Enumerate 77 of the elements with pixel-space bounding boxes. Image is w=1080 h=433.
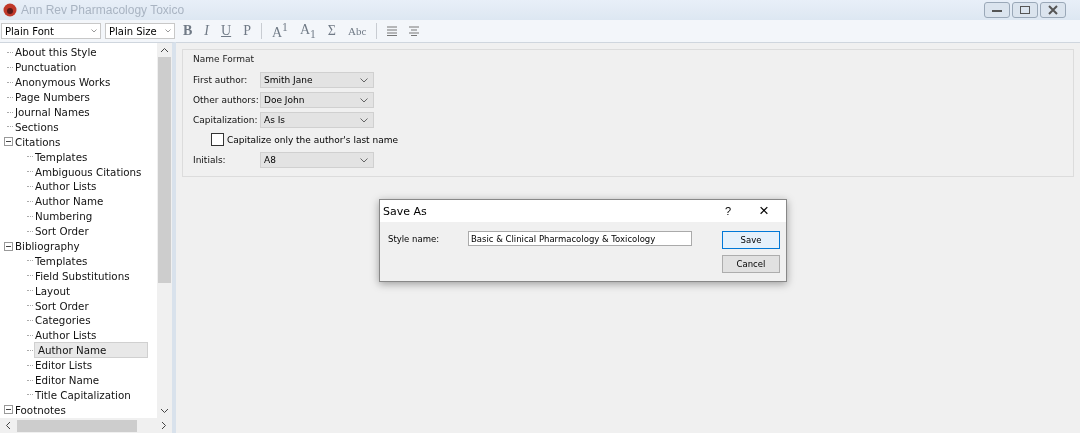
checkbox-label: Capitalize only the author's last name xyxy=(227,134,398,145)
help-button[interactable]: ? xyxy=(710,205,746,217)
scroll-up-icon[interactable] xyxy=(160,47,169,53)
tree-item[interactable]: Footnotes xyxy=(14,403,67,416)
close-button[interactable] xyxy=(1040,2,1066,18)
align-left-icon[interactable] xyxy=(386,26,399,36)
chevron-icon xyxy=(360,117,368,123)
collapse-icon[interactable] xyxy=(4,137,13,147)
tree-item[interactable]: Anonymous Works xyxy=(14,76,112,89)
format-button[interactable]: U xyxy=(217,23,236,39)
vertical-scrollbar[interactable] xyxy=(157,43,172,418)
tree-item[interactable]: Journal Names xyxy=(14,106,91,118)
tree-item[interactable]: Templates xyxy=(34,254,89,267)
tree-item[interactable]: Sort Order xyxy=(34,225,90,238)
tree-item[interactable]: Editor Name xyxy=(34,374,101,387)
horizontal-scrollbar[interactable] xyxy=(0,418,172,433)
align-center-icon[interactable] xyxy=(408,26,421,36)
format-button[interactable]: Σ xyxy=(323,23,340,39)
dialog-title: Save As xyxy=(383,204,427,218)
format-dropdown[interactable]: Doe John xyxy=(260,92,374,108)
tree-item[interactable]: Author Name xyxy=(34,342,148,359)
tree-item[interactable]: Bibliography xyxy=(14,240,81,252)
tree-item[interactable]: Numbering xyxy=(34,210,94,223)
maximize-icon xyxy=(1019,5,1031,15)
scroll-down-icon[interactable] xyxy=(160,408,169,414)
scroll-left-icon[interactable] xyxy=(5,421,11,430)
tree-item[interactable]: Title Capitalization xyxy=(34,388,132,401)
tree-item[interactable]: Author Lists xyxy=(34,329,98,342)
tree-item[interactable]: Author Lists xyxy=(34,180,98,193)
size-dropdown[interactable]: Plain Size xyxy=(105,23,175,39)
tree-item[interactable]: Punctuation xyxy=(14,61,78,74)
format-button[interactable]: Abc xyxy=(344,25,371,37)
chevron-icon xyxy=(360,157,368,163)
tree-item[interactable]: Author Name xyxy=(34,195,105,208)
field-label: First author: xyxy=(193,75,249,85)
checkbox[interactable] xyxy=(211,133,224,146)
tree-item[interactable]: Citations xyxy=(14,135,62,148)
collapse-icon[interactable] xyxy=(4,241,13,251)
chevron-icon xyxy=(360,97,368,103)
group-title: Name Format xyxy=(193,54,256,64)
dialog-close-button[interactable]: × xyxy=(746,201,782,221)
field-label: Style name: xyxy=(388,234,441,244)
collapse-icon[interactable] xyxy=(4,405,13,415)
caret-icon xyxy=(91,29,97,33)
tree-item[interactable]: About this Style xyxy=(14,46,98,59)
initials-dropdown[interactable]: A8 xyxy=(260,152,374,168)
window-title: Ann Rev Pharmacology Toxico xyxy=(21,3,185,17)
field-label: Initials: xyxy=(193,155,227,165)
scroll-right-icon[interactable] xyxy=(161,421,167,430)
tree-item[interactable]: Sort Order xyxy=(34,299,90,312)
format-dropdown[interactable]: Smith Jane xyxy=(260,72,374,88)
tree-item[interactable]: Sections xyxy=(14,120,60,133)
format-button[interactable]: A$^{1}$ xyxy=(267,21,292,41)
dialog-button[interactable]: Cancel xyxy=(722,255,780,273)
close-icon xyxy=(1047,5,1059,15)
app-icon xyxy=(3,3,17,17)
style-name-field[interactable]: Basic & Clinical Pharmacology & Toxicology xyxy=(468,231,692,246)
maximize-button[interactable] xyxy=(1012,2,1038,18)
tree-item[interactable]: Field Substitutions xyxy=(34,269,131,282)
field-label: Other authors: xyxy=(193,95,260,105)
minimize-button[interactable] xyxy=(984,2,1010,18)
field-label: Capitalization: xyxy=(193,115,259,125)
tree-item[interactable]: Editor Lists xyxy=(34,359,94,372)
format-button[interactable]: I xyxy=(200,23,213,39)
tree-item[interactable]: Page Numbers xyxy=(14,91,91,104)
chevron-icon xyxy=(360,77,368,83)
tree-item[interactable]: Templates xyxy=(34,150,89,163)
format-button[interactable]: A$_{1}$ xyxy=(295,21,320,41)
font-dropdown[interactable]: Plain Font xyxy=(1,23,101,39)
format-dropdown[interactable]: As Is xyxy=(260,112,374,128)
dialog-button[interactable]: Save xyxy=(722,231,780,249)
tree-item[interactable]: Layout xyxy=(34,284,71,297)
tree-item[interactable]: Categories xyxy=(34,314,92,327)
tree-item[interactable]: Ambiguous Citations xyxy=(34,165,143,178)
format-button[interactable]: B xyxy=(179,23,197,39)
caret-icon xyxy=(165,29,171,33)
format-button[interactable]: P xyxy=(239,23,255,39)
